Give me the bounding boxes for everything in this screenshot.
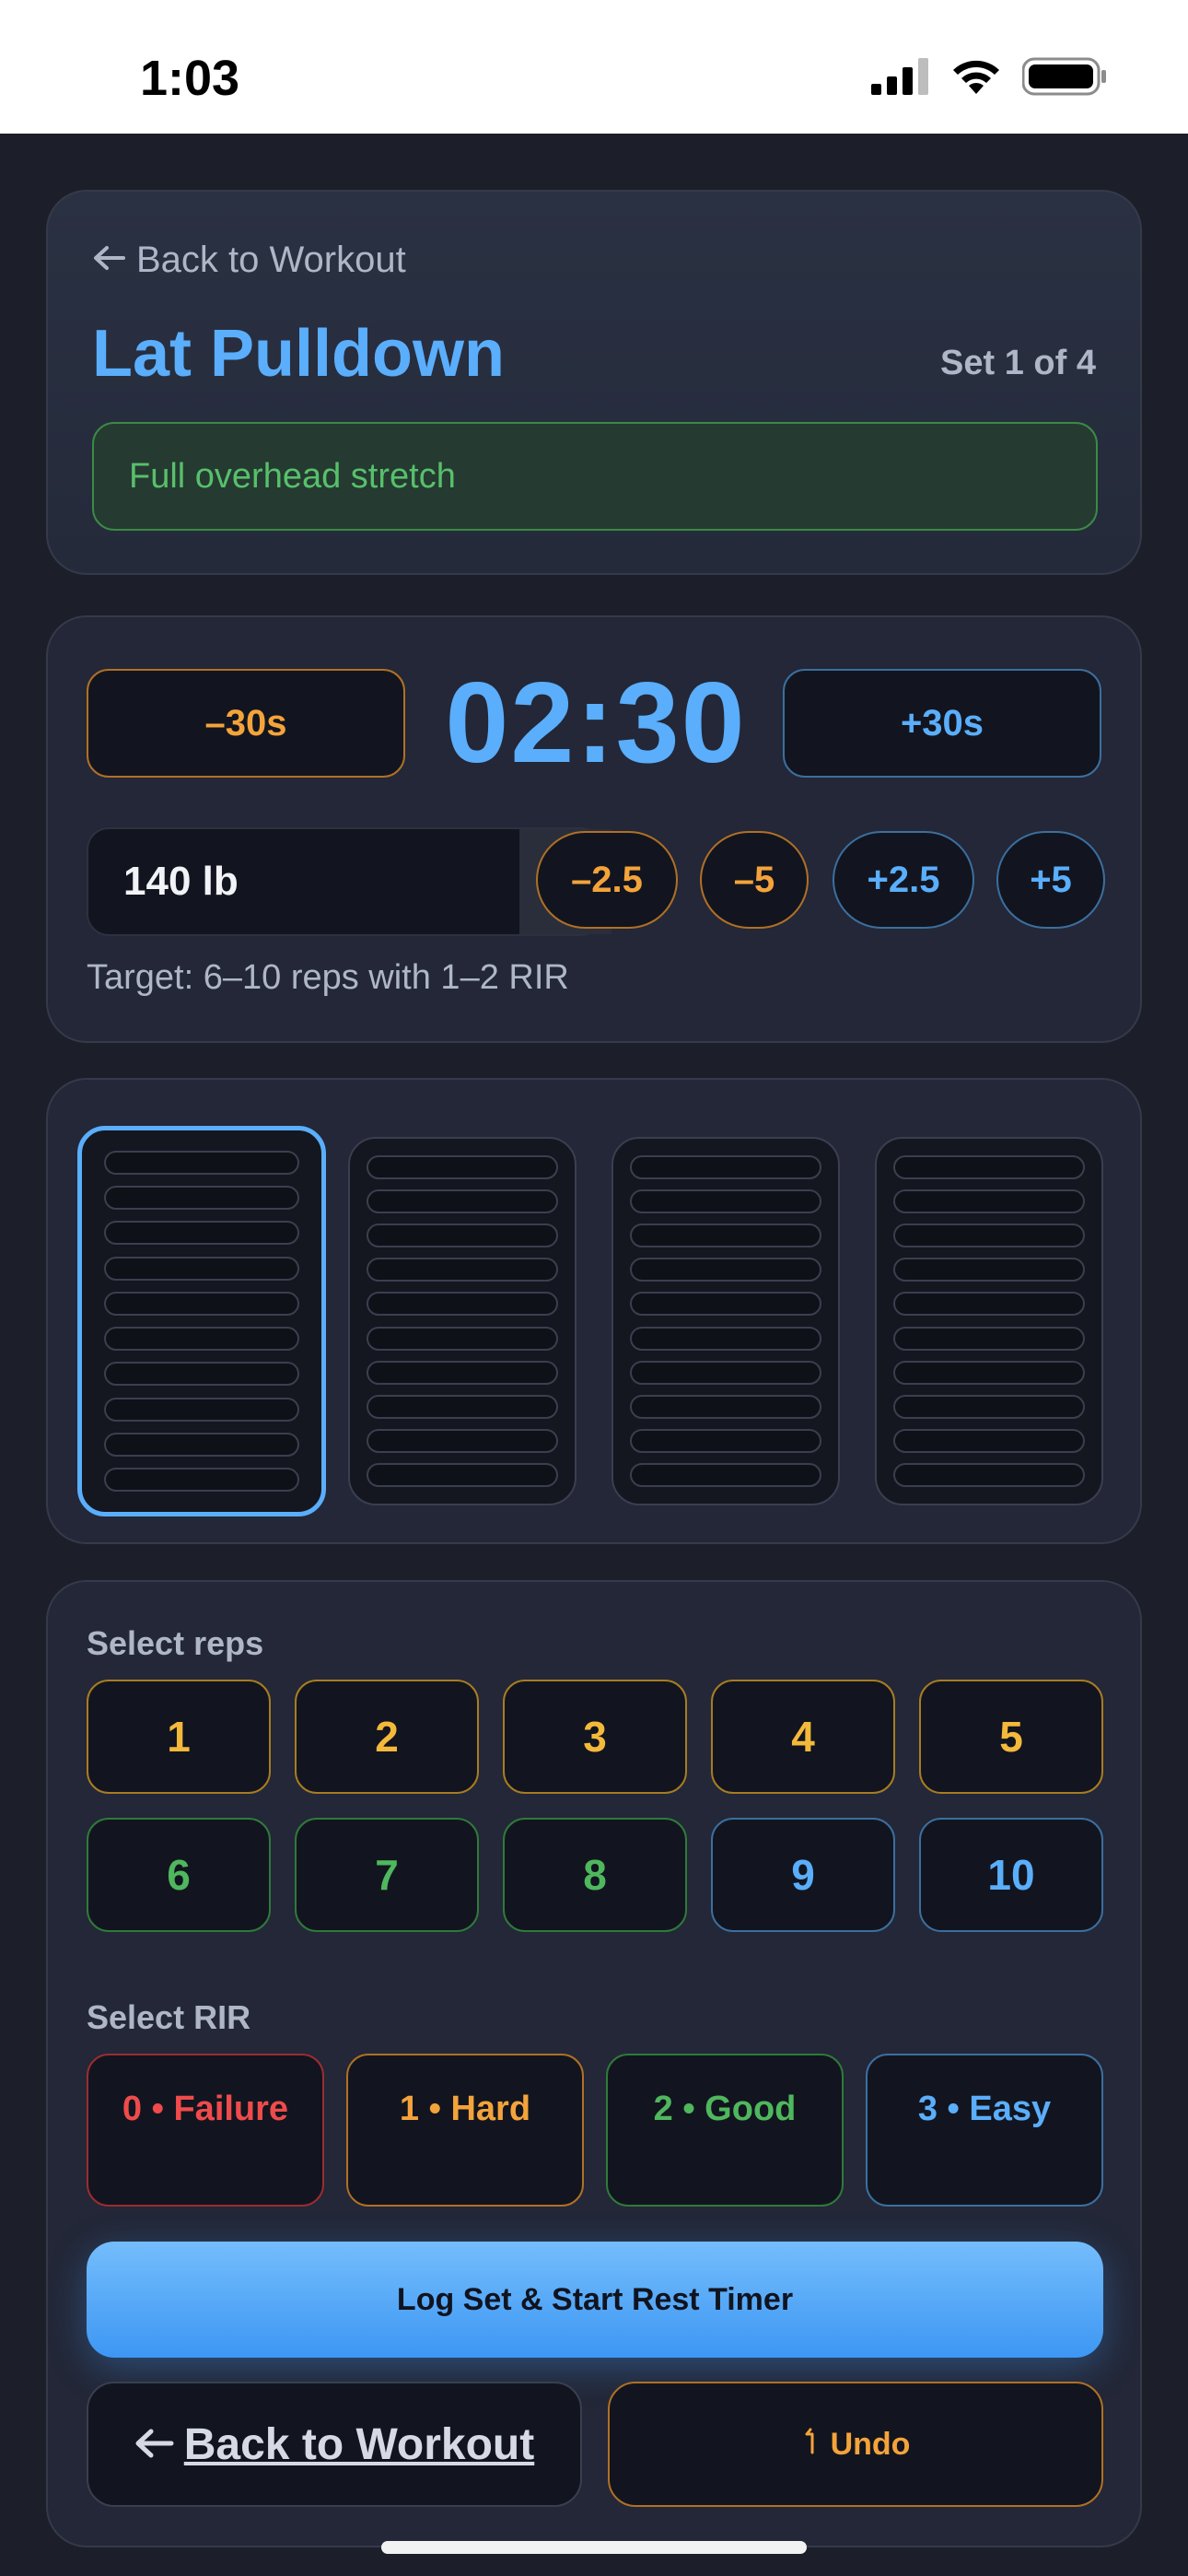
rep-button-3[interactable]: 3 <box>503 1680 687 1794</box>
log-set-button[interactable]: Log Set & Start Rest Timer <box>87 2242 1103 2358</box>
rep-bar <box>893 1224 1085 1248</box>
rep-bar <box>893 1360 1085 1385</box>
rep-bar <box>367 1394 558 1419</box>
status-icons <box>871 57 1107 96</box>
rep-bar <box>893 1292 1085 1317</box>
set-slot-1[interactable] <box>77 1126 326 1516</box>
rep-button-1[interactable]: 1 <box>87 1680 271 1794</box>
rep-button-8[interactable]: 8 <box>503 1818 687 1932</box>
back-link-label: Back to Workout <box>136 240 406 280</box>
rep-button-5[interactable]: 5 <box>919 1680 1103 1794</box>
rep-bar <box>104 1291 299 1316</box>
rep-bar <box>104 1151 299 1175</box>
weight-minus-2-5-button[interactable]: –2.5 <box>536 831 678 929</box>
rep-bar <box>104 1256 299 1281</box>
rep-bar <box>630 1462 821 1487</box>
rep-bar <box>630 1189 821 1214</box>
arrow-left-icon <box>134 2419 175 2470</box>
rep-button-10[interactable]: 10 <box>919 1818 1103 1932</box>
target-text: Target: 6–10 reps with 1–2 RIR <box>87 958 569 997</box>
weight-minus-5-button[interactable]: –5 <box>700 831 809 929</box>
undo-label: Undo <box>830 2426 911 2462</box>
undo-icon <box>801 2427 821 2463</box>
rep-bar <box>367 1155 558 1179</box>
rep-bar <box>367 1360 558 1385</box>
wifi-icon <box>953 60 999 94</box>
rep-bar <box>630 1394 821 1419</box>
rep-bar <box>367 1292 558 1317</box>
home-indicator <box>381 2541 807 2554</box>
rep-bar <box>893 1462 1085 1487</box>
timer-plus-30s-button[interactable]: +30s <box>783 669 1101 778</box>
arrow-left-icon <box>92 240 125 281</box>
back-to-workout-button[interactable]: Back to Workout <box>87 2382 582 2507</box>
battery-icon <box>1022 57 1106 96</box>
rep-bar <box>104 1186 299 1211</box>
rep-bar <box>367 1462 558 1487</box>
rep-bar <box>367 1224 558 1248</box>
rep-bar <box>367 1189 558 1214</box>
rep-bar <box>630 1360 821 1385</box>
rep-bar <box>630 1428 821 1453</box>
rep-button-9[interactable]: 9 <box>711 1818 895 1932</box>
form-cue-banner: Full overhead stretch <box>92 422 1098 531</box>
rep-bar <box>893 1189 1085 1214</box>
weight-plus-2-5-button[interactable]: +2.5 <box>833 831 974 929</box>
rep-bar <box>630 1155 821 1179</box>
set-slots-card <box>46 1078 1142 1544</box>
back-button-label: Back to Workout <box>183 2419 535 2469</box>
rep-button-7[interactable]: 7 <box>295 1818 479 1932</box>
selection-card: Select reps 1 2 3 4 5 6 7 8 9 10 Select … <box>46 1580 1142 2547</box>
rep-bar <box>104 1432 299 1457</box>
undo-button[interactable]: Undo <box>608 2382 1103 2507</box>
weight-plus-5-button[interactable]: +5 <box>996 831 1105 929</box>
status-time: 1:03 <box>140 51 240 106</box>
timer-minus-30s-button[interactable]: –30s <box>87 669 405 778</box>
rep-bar <box>104 1362 299 1387</box>
rep-bar <box>367 1428 558 1453</box>
rest-timer-display: 02:30 <box>445 660 747 787</box>
rir-button-1-hard[interactable]: 1 • Hard <box>346 2054 584 2207</box>
rep-bar <box>630 1326 821 1351</box>
select-reps-label: Select reps <box>87 1624 264 1662</box>
exercise-title: Lat Pulldown <box>92 317 505 391</box>
exercise-header-card: Back to Workout Lat Pulldown Set 1 of 4 … <box>46 190 1142 575</box>
rep-bar <box>104 1327 299 1352</box>
rep-bar <box>104 1397 299 1422</box>
rep-bar <box>630 1292 821 1317</box>
timer-card: –30s 02:30 +30s 140 lb –2.5 –5 +2.5 +5 T… <box>46 615 1142 1043</box>
select-rir-label: Select RIR <box>87 1998 251 2036</box>
rep-bar <box>104 1467 299 1492</box>
rep-bar <box>893 1428 1085 1453</box>
rep-bar <box>893 1394 1085 1419</box>
set-indicator: Set 1 of 4 <box>940 344 1096 382</box>
set-slot-3[interactable] <box>611 1137 840 1505</box>
rep-bar <box>893 1326 1085 1351</box>
rep-bar <box>630 1258 821 1282</box>
rir-button-2-good[interactable]: 2 • Good <box>606 2054 844 2207</box>
rir-button-0-failure[interactable]: 0 • Failure <box>87 2054 324 2207</box>
cellular-signal-icon <box>871 58 928 95</box>
rep-bar <box>367 1258 558 1282</box>
rep-button-6[interactable]: 6 <box>87 1818 271 1932</box>
rep-button-4[interactable]: 4 <box>711 1680 895 1794</box>
status-bar: 1:03 <box>0 0 1188 134</box>
rep-bar <box>630 1224 821 1248</box>
rep-bar <box>893 1155 1085 1179</box>
set-slot-4[interactable] <box>875 1137 1103 1505</box>
rep-bar <box>104 1221 299 1246</box>
rep-bar <box>367 1326 558 1351</box>
back-to-workout-link[interactable]: Back to Workout <box>92 240 406 281</box>
rir-button-3-easy[interactable]: 3 • Easy <box>866 2054 1103 2207</box>
set-slot-2[interactable] <box>348 1137 577 1505</box>
rep-bar <box>893 1258 1085 1282</box>
rep-button-2[interactable]: 2 <box>295 1680 479 1794</box>
